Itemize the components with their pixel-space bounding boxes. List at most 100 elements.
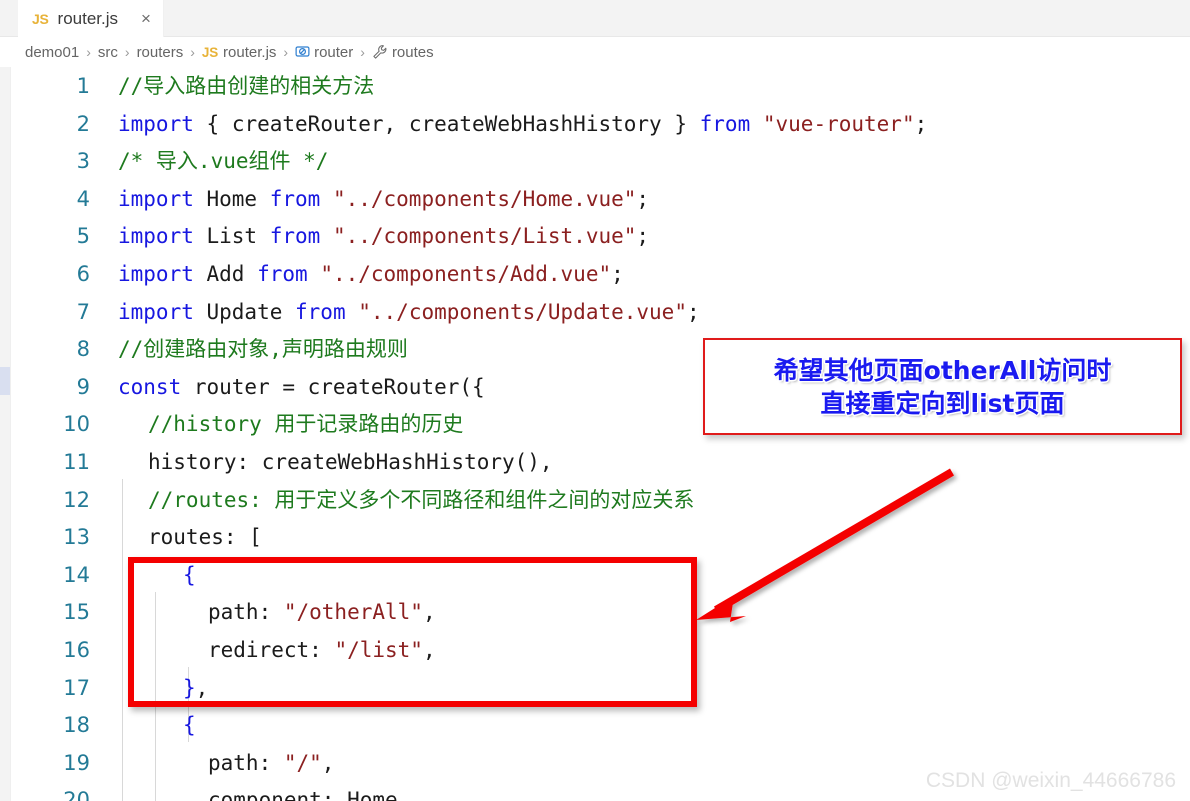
line-number: 15 — [63, 600, 90, 625]
line-number: 20 — [63, 788, 90, 801]
code-token: ; — [636, 186, 650, 211]
code-token: { — [472, 374, 485, 399]
annotation-text-line-1: 希望其他页面otherAll访问时 — [773, 355, 1112, 385]
line-text: history: createWebHashHistory(), — [148, 444, 553, 482]
code-token: from — [699, 111, 751, 136]
code-line[interactable]: 6 import Add from "../components/Add.vue"… — [0, 256, 1190, 294]
line-number: 2 — [76, 111, 90, 136]
property-wrench-icon — [372, 44, 388, 65]
code-token: routes: [ — [148, 525, 262, 550]
line-text: import Home from "../components/Home.vue… — [118, 181, 649, 219]
code-line[interactable]: 5 import List from "../components/List.vu… — [0, 218, 1190, 256]
line-text: //导入路由创建的相关方法 — [118, 68, 374, 106]
line-text: import List from "../components/List.vue… — [118, 218, 649, 256]
code-token: /* 导入.vue组件 */ — [118, 149, 329, 174]
breadcrumb-item-src[interactable]: src — [98, 44, 118, 61]
code-token: import — [118, 186, 194, 211]
code-token: "../components/Home.vue" — [332, 186, 637, 211]
code-token: createRouter, createWebHashHistory — [219, 111, 675, 136]
line-number: 7 — [76, 299, 90, 324]
line-text: { — [183, 707, 196, 745]
code-token: "vue-router" — [762, 111, 915, 136]
line-text: import Add from "../components/Add.vue"; — [118, 256, 624, 294]
breadcrumb-item-router-js[interactable]: router.js — [223, 44, 276, 61]
code-line[interactable]: 12 //routes: 用于定义多个不同路径和组件之间的对应关系 — [0, 482, 1190, 520]
line-number: 4 — [76, 186, 90, 211]
code-token: import — [118, 224, 194, 249]
breadcrumb-separator: › — [190, 44, 195, 60]
line-text: /* 导入.vue组件 */ — [118, 143, 328, 181]
breadcrumb-item-routers[interactable]: routers — [137, 44, 184, 61]
code-token: history: createWebHashHistory(), — [148, 450, 553, 474]
breadcrumb-separator: › — [360, 44, 365, 60]
close-icon[interactable]: × — [141, 10, 151, 27]
code-token: "../components/Update.vue" — [358, 299, 687, 324]
code-token: ; — [914, 111, 928, 136]
line-number: 1 — [76, 74, 90, 98]
line-number: 11 — [63, 450, 90, 474]
code-line[interactable]: 2 import { createRouter, createWebHashHis… — [0, 106, 1190, 144]
breadcrumb-separator: › — [124, 44, 130, 60]
breadcrumb-item-demo01[interactable]: demo01 — [25, 44, 79, 61]
line-text: path: "/", — [208, 745, 334, 783]
line-text: import { createRouter, createWebHashHist… — [118, 106, 927, 144]
line-text: const router = createRouter({ — [118, 369, 485, 407]
line-text: //创建路由对象,声明路由规则 — [118, 331, 408, 369]
js-file-icon: JS — [201, 44, 219, 60]
csdn-watermark: CSDN @weixin_44666786 — [925, 769, 1176, 792]
code-token: "../components/Add.vue" — [320, 262, 612, 286]
code-token: //routes: 用于定义多个不同路径和组件之间的对应关系 — [148, 487, 695, 512]
code-token: path: — [208, 750, 284, 775]
code-line[interactable]: 18 { — [0, 707, 1190, 745]
line-text: routes: [ — [148, 519, 262, 557]
code-token: "/" — [283, 750, 322, 775]
js-file-icon: JS — [32, 10, 49, 27]
line-number: 10 — [63, 412, 90, 437]
code-highlight-box — [128, 557, 697, 707]
code-token: from — [295, 299, 346, 324]
code-token: component: Home, — [208, 788, 411, 801]
breadcrumb: demo01 › src › routers › JS router.js › … — [0, 37, 1190, 67]
breadcrumb-item-router[interactable]: router — [314, 44, 353, 61]
code-line[interactable]: 13 routes: [ — [0, 519, 1190, 557]
code-token: Add — [193, 262, 258, 286]
line-number: 6 — [76, 262, 90, 286]
code-token: { — [183, 713, 196, 738]
breadcrumb-item-routes[interactable]: routes — [392, 44, 434, 61]
editor-tab-router-js[interactable]: JS router.js × — [18, 0, 164, 37]
code-line[interactable]: 11 history: createWebHashHistory(), — [0, 444, 1190, 482]
code-line[interactable]: 4 import Home from "../components/Home.vu… — [0, 181, 1190, 219]
code-token: Update — [193, 299, 296, 324]
annotation-callout-box: 希望其他页面otherAll访问时 直接重定向到list页面 — [703, 338, 1182, 435]
code-token: //history 用于记录路由的历史 — [148, 412, 464, 437]
code-token: } — [674, 111, 687, 136]
line-number: 12 — [63, 487, 90, 512]
code-token: { — [206, 111, 220, 136]
code-token: List — [193, 224, 270, 249]
code-token: , — [321, 750, 335, 775]
code-line[interactable]: 7 import Update from "../components/Updat… — [0, 294, 1190, 332]
constant-icon — [295, 44, 310, 61]
code-token: "../components/List.vue" — [332, 224, 637, 249]
vscode-editor-window: JS router.js × demo01 › src › routers › … — [0, 0, 1190, 801]
code-token: const — [118, 374, 182, 399]
code-line[interactable]: 1 //导入路由创建的相关方法 — [0, 68, 1190, 106]
editor-tab-bar: JS router.js × — [0, 0, 1190, 37]
line-number: 17 — [63, 675, 90, 700]
code-token: ; — [636, 224, 650, 249]
code-token: from — [269, 224, 321, 249]
line-number: 19 — [63, 750, 90, 775]
line-text: //routes: 用于定义多个不同路径和组件之间的对应关系 — [148, 482, 694, 520]
code-line[interactable]: 3 /* 导入.vue组件 */ — [0, 143, 1190, 181]
annotation-text-line-2: 直接重定向到list页面 — [820, 388, 1065, 418]
code-token: from — [257, 262, 308, 286]
breadcrumb-separator: › — [283, 44, 289, 60]
tab-label: router.js — [57, 8, 119, 28]
code-token: import — [118, 262, 194, 286]
